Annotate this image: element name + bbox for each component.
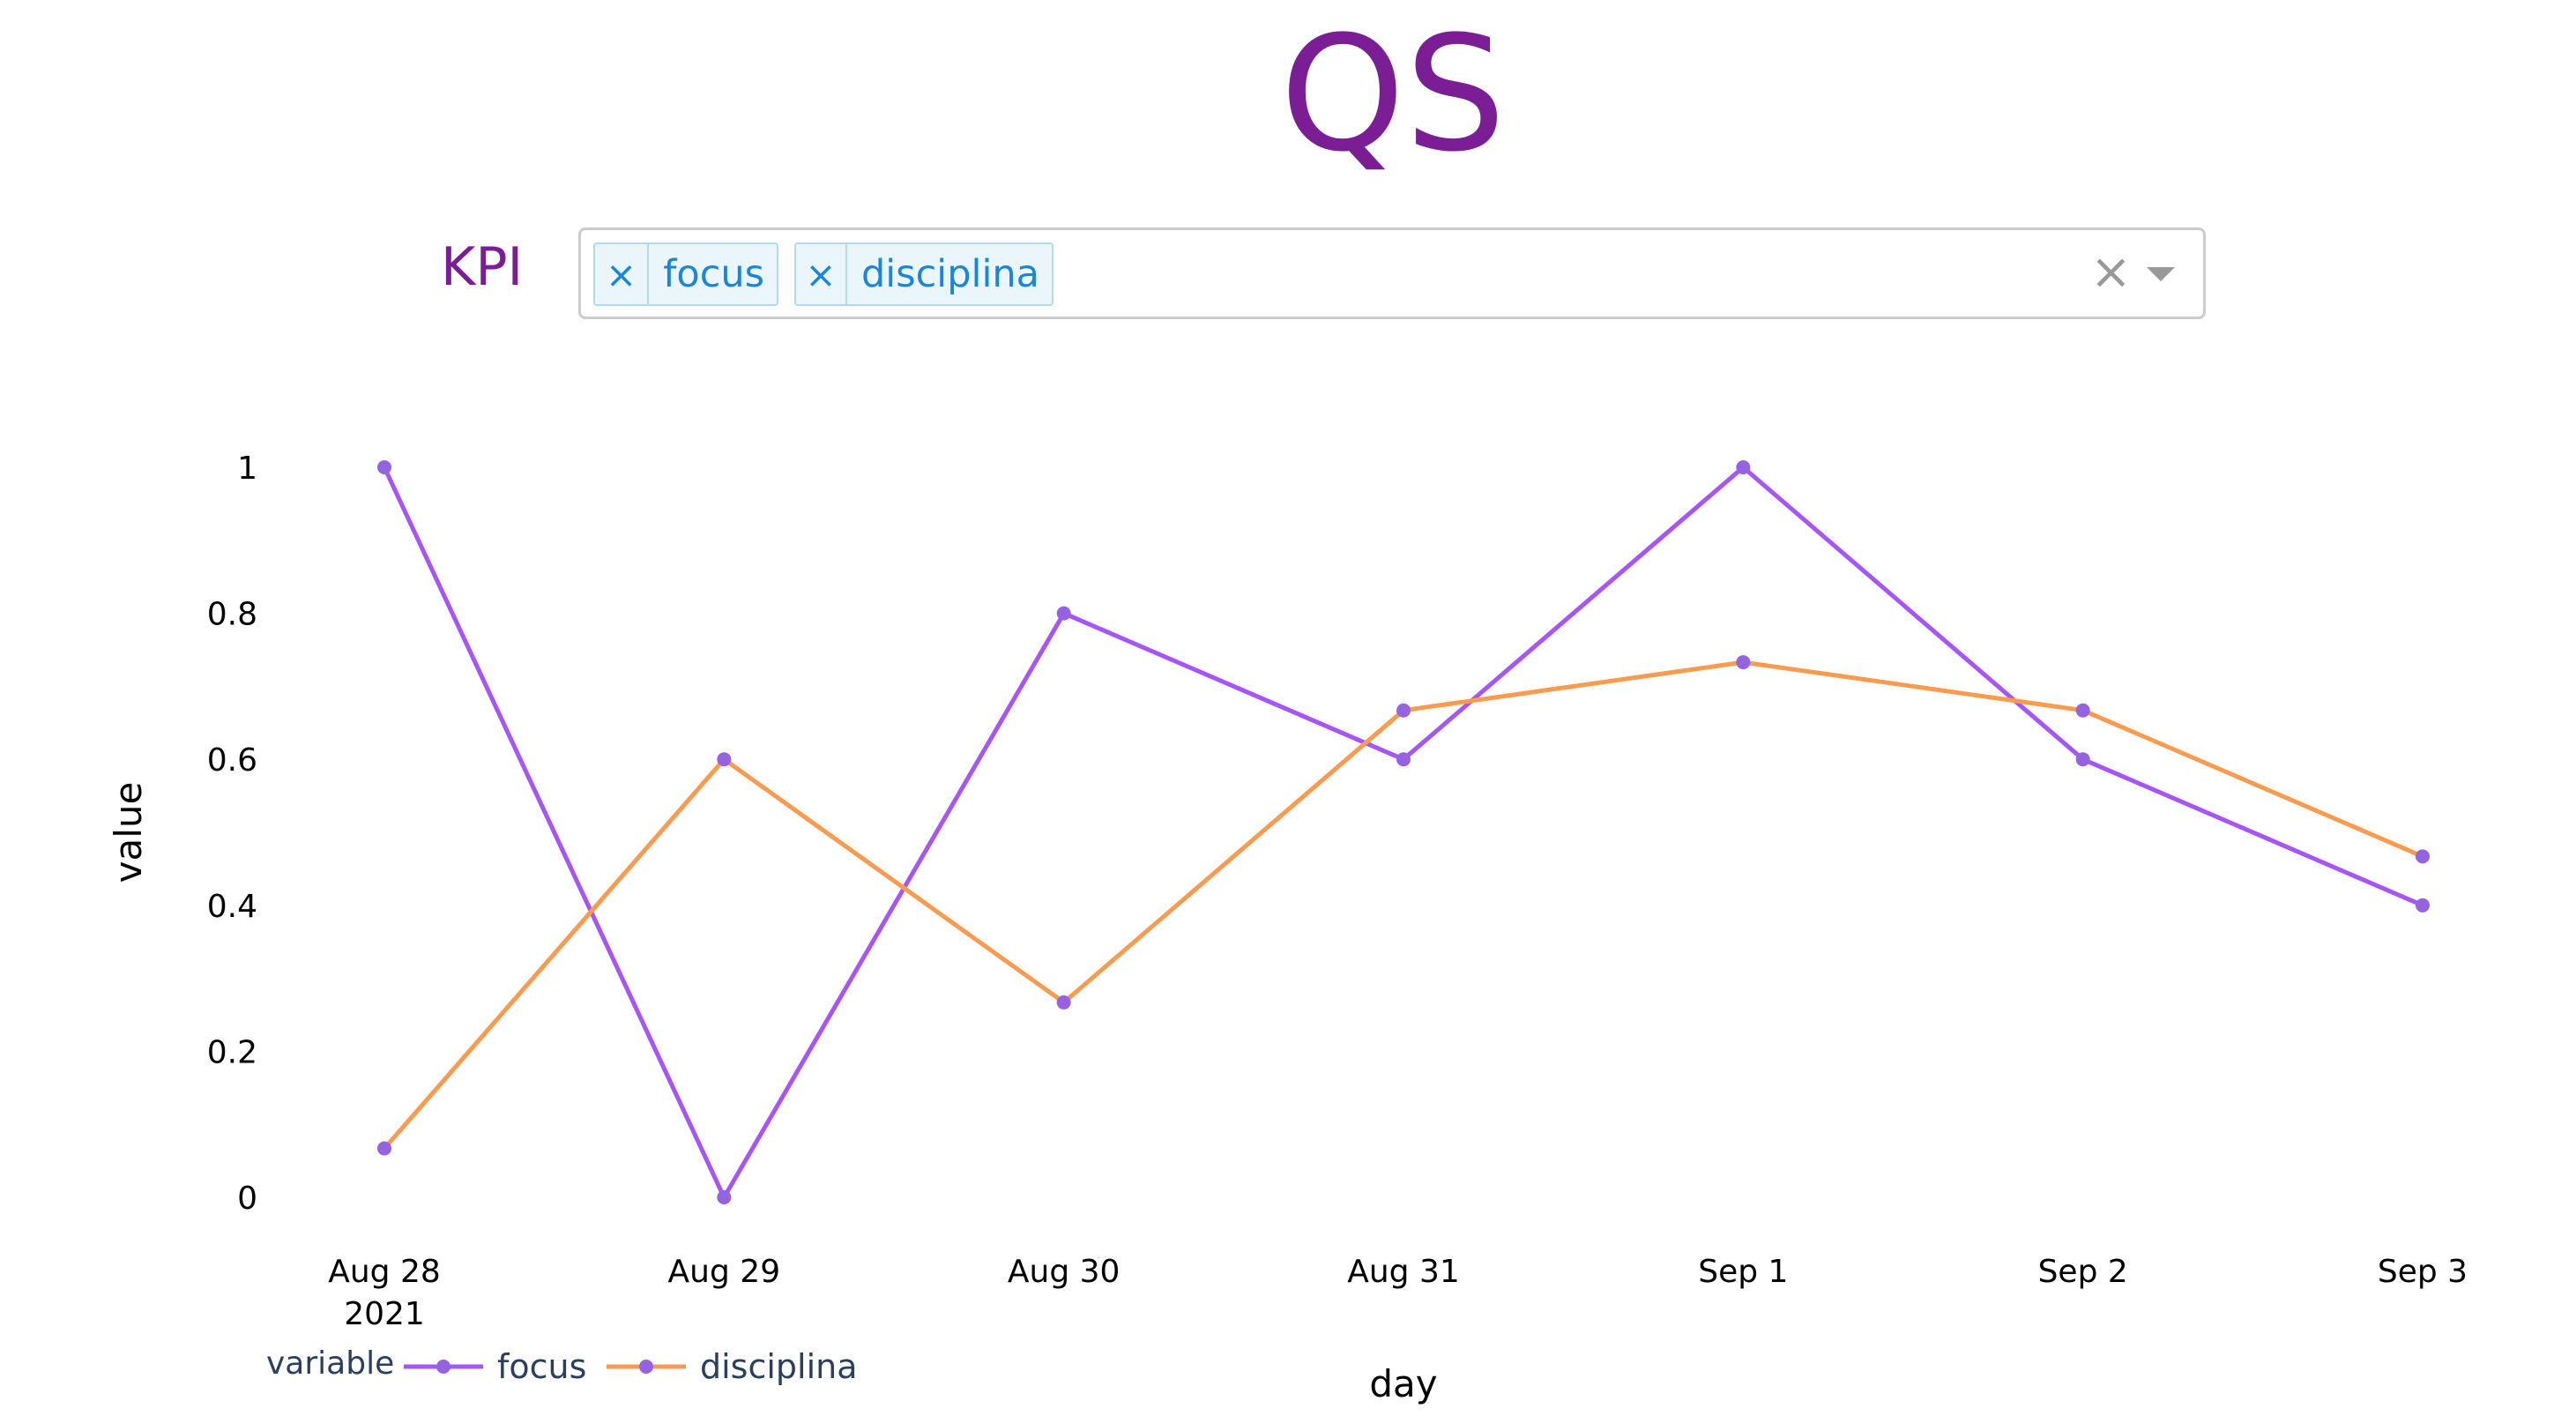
x-tick-year-label: 2021 [344,1296,425,1332]
x-tick-label: Sep 3 [2378,1254,2468,1290]
data-point-focus[interactable] [717,1190,732,1204]
data-point-focus[interactable] [377,460,391,474]
data-point-focus[interactable] [2416,898,2430,913]
data-point-focus[interactable] [1736,460,1751,474]
y-tick-label: 1 [237,451,257,487]
x-tick-label: Aug 28 [328,1254,441,1290]
legend-marker-disciplina [639,1360,653,1374]
y-tick-label: 0 [237,1181,257,1217]
data-point-disciplina[interactable] [377,1141,391,1156]
data-point-focus[interactable] [1056,606,1071,621]
y-tick-label: 0.6 [207,742,257,779]
x-tick-label: Aug 31 [1347,1254,1460,1290]
data-point-disciplina[interactable] [1736,655,1751,670]
line-chart: 0 0.2 0.4 0.6 0.8 1 Aug 28 Aug 29 Aug 30 Aug 31 S… [107,451,2468,1405]
legend-title: variable [266,1345,394,1382]
legend-label-focus[interactable]: focus [497,1347,586,1386]
data-point-disciplina[interactable] [2075,703,2090,718]
legend-label-disciplina[interactable]: disciplina [700,1347,858,1386]
x-tick-label: Sep 2 [2038,1254,2128,1290]
x-axis-title: day [1369,1362,1437,1405]
data-point-focus[interactable] [1396,752,1411,767]
data-point-disciplina[interactable] [1396,703,1411,718]
y-axis-title: value [107,782,150,883]
series-layer [377,460,2430,1204]
y-axis-ticks: 0 0.2 0.4 0.6 0.8 1 [207,451,257,1217]
x-axis-ticks: Aug 28 Aug 29 Aug 30 Aug 31 Sep 1 Sep 2 Sep 3 2… [328,1254,2468,1332]
legend-marker-focus [436,1360,450,1374]
x-tick-label: Aug 29 [668,1254,781,1290]
y-tick-label: 0.8 [207,597,257,633]
series-line-focus [382,465,2423,1200]
legend: variable focus disciplina [266,1345,858,1386]
data-point-disciplina[interactable] [1056,995,1071,1010]
series-line-disciplina [383,660,2423,1151]
x-tick-label: Sep 1 [1698,1254,1788,1290]
data-point-focus[interactable] [2075,752,2090,767]
data-point-disciplina[interactable] [2416,849,2430,864]
y-tick-label: 0.2 [207,1034,257,1070]
y-tick-label: 0.4 [207,889,257,925]
data-point-disciplina[interactable] [717,752,732,767]
x-tick-label: Aug 30 [1008,1254,1120,1290]
